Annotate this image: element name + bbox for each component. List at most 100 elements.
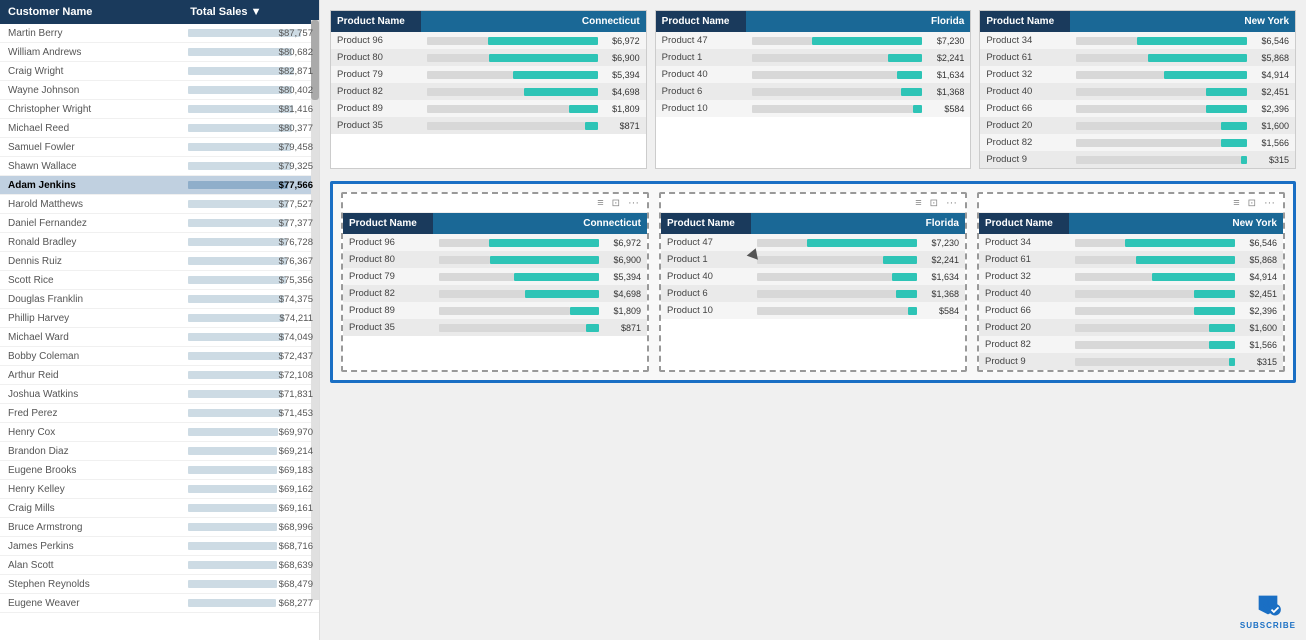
customer-name-cell: Shawn Wallace	[0, 157, 182, 176]
table-row[interactable]: Craig Mills $69,161	[0, 499, 319, 518]
main-container: Customer Name Total Sales ▼ Martin Berry…	[0, 0, 1306, 640]
more-icon[interactable]: ···	[946, 197, 957, 209]
customer-sales-cell: $79,458	[182, 138, 319, 157]
table-row[interactable]: Michael Reed $80,377	[0, 119, 319, 138]
table-row[interactable]: Henry Cox $69,970	[0, 423, 319, 442]
product-name-cell: Product 80	[343, 251, 433, 268]
customer-sales-cell: $68,716	[182, 537, 319, 556]
table-row: Product 32 $4,914	[979, 268, 1283, 285]
table-row[interactable]: Douglas Franklin $74,375	[0, 290, 319, 309]
table-row: Product 61 $5,868	[980, 49, 1295, 66]
menu-icon[interactable]: ≡	[597, 197, 603, 209]
product-table-newyork-top: Product Name New York Product 34 $6,546 …	[980, 11, 1295, 168]
product-bar-cell: $5,394	[421, 66, 646, 83]
product-widget-connecticut-top: Product Name Connecticut Product 96 $6,9…	[330, 10, 647, 169]
product-bar-cell: $2,396	[1070, 100, 1295, 117]
col-product-name: Product Name	[331, 11, 421, 32]
product-bar-cell: $1,566	[1069, 336, 1283, 353]
menu-icon[interactable]: ≡	[1233, 197, 1239, 209]
table-row[interactable]: Adam Jenkins $77,566	[0, 176, 319, 195]
table-row[interactable]: Ronald Bradley $76,728	[0, 233, 319, 252]
image-icon[interactable]: ⊡	[930, 198, 938, 209]
col-customer-name[interactable]: Customer Name	[0, 0, 182, 24]
table-row[interactable]: Michael Ward $74,049	[0, 328, 319, 347]
product-bar-cell: $4,914	[1070, 66, 1295, 83]
table-row[interactable]: Joshua Watkins $71,831	[0, 385, 319, 404]
table-row[interactable]: Bobby Coleman $72,437	[0, 347, 319, 366]
table-row: Product 66 $2,396	[980, 100, 1295, 117]
customer-name-cell: Bruce Armstrong	[0, 518, 182, 537]
customer-sales-cell: $76,367	[182, 252, 319, 271]
product-bar-cell: $2,451	[1070, 83, 1295, 100]
table-row[interactable]: Phillip Harvey $74,211	[0, 309, 319, 328]
image-icon[interactable]: ⊡	[612, 198, 620, 209]
customer-name-cell: James Perkins	[0, 537, 182, 556]
table-row: Product 20 $1,600	[980, 117, 1295, 134]
table-row: Product 79 $5,394	[343, 268, 647, 285]
table-row[interactable]: Brandon Diaz $69,214	[0, 442, 319, 461]
customer-sales-cell: $76,728	[182, 233, 319, 252]
customer-sales-cell: $68,277	[182, 594, 319, 613]
table-row[interactable]: Craig Wright $82,871	[0, 62, 319, 81]
table-row[interactable]: Fred Perez $71,453	[0, 404, 319, 423]
table-row[interactable]: Samuel Fowler $79,458	[0, 138, 319, 157]
table-row[interactable]: Christopher Wright $81,416	[0, 100, 319, 119]
col-total-sales[interactable]: Total Sales ▼	[182, 0, 319, 24]
product-table-connecticut-top: Product Name Connecticut Product 96 $6,9…	[331, 11, 646, 134]
table-row[interactable]: James Perkins $68,716	[0, 537, 319, 556]
widget-toolbar: ≡ ⊡ ···	[661, 194, 965, 213]
left-panel: Customer Name Total Sales ▼ Martin Berry…	[0, 0, 320, 640]
table-row[interactable]: Eugene Weaver $68,277	[0, 594, 319, 613]
table-row[interactable]: Eugene Brooks $69,183	[0, 461, 319, 480]
table-row[interactable]: Harold Matthews $77,527	[0, 195, 319, 214]
table-row[interactable]: Scott Rice $75,356	[0, 271, 319, 290]
table-row: Product 20 $1,600	[979, 319, 1283, 336]
table-row: Product 6 $1,368	[661, 285, 965, 302]
product-name-cell: Product 79	[331, 66, 421, 83]
customer-name-cell: Dennis Ruiz	[0, 252, 182, 271]
table-row: Product 35 $871	[343, 319, 647, 336]
customer-name-cell: Joshua Watkins	[0, 385, 182, 404]
subscribe-button[interactable]: SUBSCRIBE	[1240, 591, 1296, 630]
product-bar-cell: $6,900	[433, 251, 647, 268]
product-widget-newyork-bottom: ≡ ⊡ ··· Product Name New York Product 34…	[977, 192, 1285, 372]
image-icon[interactable]: ⊡	[1248, 198, 1256, 209]
customer-name-cell: Phillip Harvey	[0, 309, 182, 328]
product-bar-cell: $2,451	[1069, 285, 1283, 302]
table-row: Product 47 $7,230	[661, 234, 965, 251]
table-row: Product 34 $6,546	[979, 234, 1283, 251]
product-name-cell: Product 20	[979, 319, 1069, 336]
customer-sales-cell: $68,479	[182, 575, 319, 594]
table-row: Product 1 $2,241	[656, 49, 971, 66]
table-row[interactable]: Henry Kelley $69,162	[0, 480, 319, 499]
table-row[interactable]: Daniel Fernandez $77,377	[0, 214, 319, 233]
table-row[interactable]: Alan Scott $68,639	[0, 556, 319, 575]
product-widget-newyork-top: Product Name New York Product 34 $6,546 …	[979, 10, 1296, 169]
table-row: Product 10 $584	[661, 302, 965, 319]
table-row[interactable]: Stephen Reynolds $68,479	[0, 575, 319, 594]
table-row[interactable]: Martin Berry $87,757	[0, 24, 319, 43]
table-row[interactable]: Bruce Armstrong $68,996	[0, 518, 319, 537]
table-row: Product 47 $7,230	[656, 32, 971, 49]
product-name-cell: Product 34	[980, 32, 1070, 49]
product-bar-cell: $6,546	[1069, 234, 1283, 251]
customer-sales-cell: $74,375	[182, 290, 319, 309]
table-row: Product 66 $2,396	[979, 302, 1283, 319]
more-icon[interactable]: ···	[628, 197, 639, 209]
more-icon[interactable]: ···	[1264, 197, 1275, 209]
customer-sales-cell: $79,325	[182, 157, 319, 176]
product-name-cell: Product 47	[656, 32, 746, 49]
col-product-name: Product Name	[979, 213, 1069, 234]
customer-sales-cell: $68,996	[182, 518, 319, 537]
table-row[interactable]: Shawn Wallace $79,325	[0, 157, 319, 176]
table-row[interactable]: Arthur Reid $72,108	[0, 366, 319, 385]
table-row[interactable]: William Andrews $80,682	[0, 43, 319, 62]
product-bar-cell: $4,698	[433, 285, 647, 302]
menu-icon[interactable]: ≡	[915, 197, 921, 209]
product-name-cell: Product 61	[980, 49, 1070, 66]
customer-name-cell: Adam Jenkins	[0, 176, 182, 195]
table-row[interactable]: Dennis Ruiz $76,367	[0, 252, 319, 271]
table-row: Product 10 $584	[656, 100, 971, 117]
product-name-cell: Product 66	[979, 302, 1069, 319]
table-row[interactable]: Wayne Johnson $80,402	[0, 81, 319, 100]
